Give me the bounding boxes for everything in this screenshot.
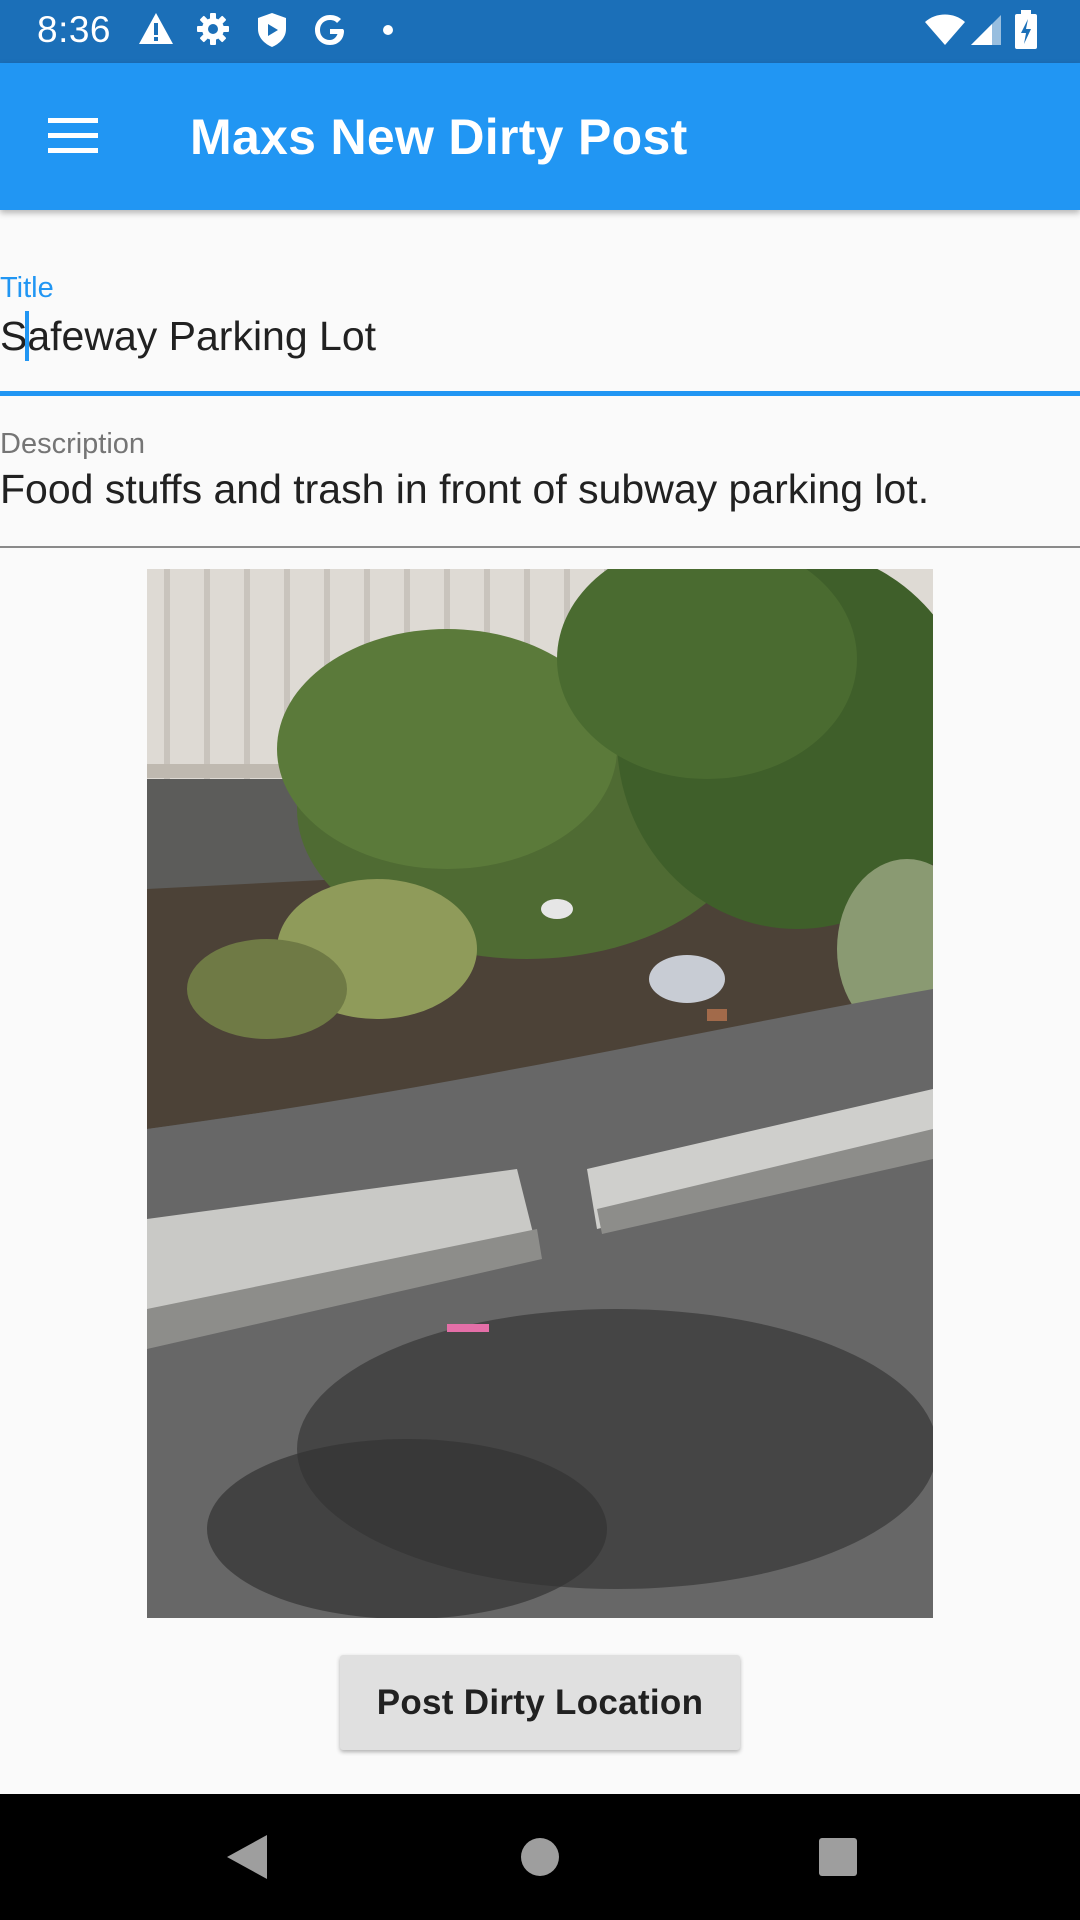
page-title: Maxs New Dirty Post [190,109,688,165]
post-dirty-location-button[interactable]: Post Dirty Location [340,1655,740,1750]
description-label: Description [0,428,146,460]
google-g-icon [315,15,344,45]
parking-lot-photo [147,569,933,1618]
navigation-bar [0,1794,1080,1920]
battery-charging-icon [1015,10,1037,49]
dot-icon [383,25,393,35]
warning-icon [139,13,173,44]
back-button[interactable] [210,1822,290,1892]
status-icons-right [920,0,1080,63]
description-field[interactable]: Description Food stuffs and trash in fro… [0,424,1080,548]
menu-button[interactable] [36,103,110,171]
gear-icon [197,13,229,45]
text-cursor [25,311,29,361]
home-button[interactable] [500,1822,580,1892]
status-bar: 8:36 [0,0,1080,63]
title-field[interactable]: Title Safeway Parking Lot [0,268,1080,396]
description-input[interactable]: Food stuffs and trash in front of subway… [0,466,929,513]
wifi-icon [925,14,965,45]
back-icon [227,1835,267,1879]
signal-icon [971,15,1001,45]
shield-icon [258,13,286,47]
status-time: 8:36 [37,9,112,50]
recents-icon [819,1838,857,1876]
menu-icon [48,118,98,153]
recents-button[interactable] [798,1822,878,1892]
title-input[interactable]: Safeway Parking Lot [0,313,376,360]
app-bar: Maxs New Dirty Post [0,63,1080,210]
home-icon [521,1838,559,1876]
title-label: Title [0,272,54,304]
